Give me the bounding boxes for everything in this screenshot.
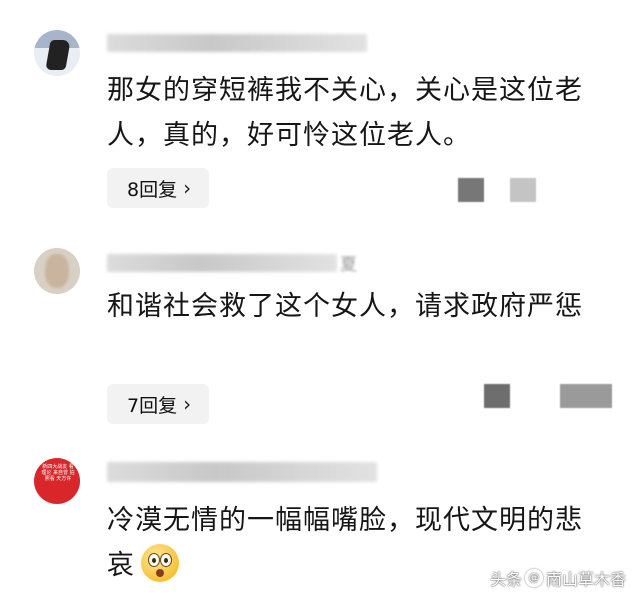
reply-button[interactable]: 7回复 › <box>107 384 210 424</box>
username-blurred[interactable] <box>107 254 337 272</box>
blurred-action[interactable] <box>458 178 484 202</box>
username-blurred[interactable] <box>107 462 377 482</box>
username-blurred[interactable] <box>107 34 367 52</box>
comment-text: 那女的穿短裤我不关心，关心是这位老人，真的，好可怜这位老人。 <box>107 75 583 151</box>
blurred-action[interactable] <box>510 178 536 202</box>
avatar-face <box>45 254 69 288</box>
avatar-figure <box>45 40 71 70</box>
watermark-account: 南山草木香 <box>545 570 626 589</box>
reply-button[interactable]: 8回复 › <box>107 168 210 208</box>
blurred-action[interactable] <box>560 384 612 408</box>
avatar-text: 新四大战友 看理论 来自曾 拍照看 天方许 <box>41 464 75 482</box>
avatar[interactable]: 新四大战友 看理论 来自曾 拍照看 天方许 <box>34 458 80 504</box>
username-fragment: 夏 <box>340 255 359 275</box>
at-icon: @ <box>524 569 543 587</box>
flushed-face-emoji-icon <box>141 544 179 582</box>
watermark-brand: 头条 <box>489 570 522 589</box>
reply-label: 8回复 <box>127 178 178 201</box>
chevron-right-icon: › <box>183 176 192 200</box>
reply-label: 7回复 <box>127 394 178 417</box>
comment-text: 和谐社会救了这个女人，请求政府严惩 <box>107 291 583 322</box>
avatar[interactable] <box>34 248 80 294</box>
blurred-action[interactable] <box>484 384 510 408</box>
watermark: 头条 @ 南山草木香 <box>490 566 626 590</box>
avatar[interactable] <box>34 30 80 76</box>
chevron-right-icon: › <box>183 392 192 416</box>
